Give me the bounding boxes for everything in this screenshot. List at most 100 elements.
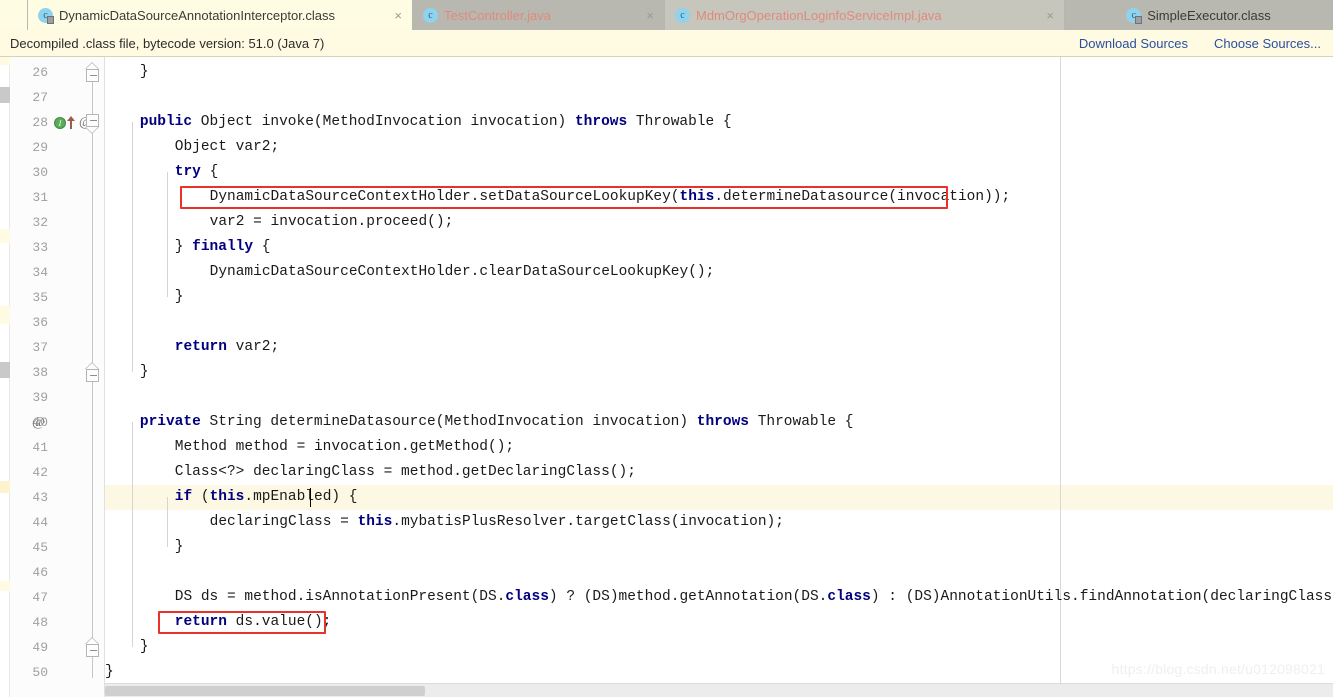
fold-minus-icon xyxy=(90,650,97,651)
close-icon[interactable]: × xyxy=(394,9,402,22)
code-line[interactable]: Method method = invocation.getMethod(); xyxy=(175,435,514,460)
code-line[interactable]: } xyxy=(140,360,149,385)
code-line[interactable]: } xyxy=(175,285,184,310)
fold-tip-inner xyxy=(86,363,98,369)
code-text: } xyxy=(174,239,193,255)
code-text: Object invoke(MethodInvocation invocatio… xyxy=(200,114,575,130)
code-keyword: throws xyxy=(696,414,758,430)
stripe-marker[interactable] xyxy=(0,362,10,378)
tab-label: SimpleExecutor.class xyxy=(1147,7,1271,23)
choose-sources-link[interactable]: Choose Sources... xyxy=(1214,36,1321,51)
line-number: 48 xyxy=(32,615,48,630)
code-text: } xyxy=(139,639,149,655)
code-line[interactable]: public Object invoke(MethodInvocation in… xyxy=(140,110,732,135)
gutter-icon-group[interactable]: @ xyxy=(32,410,45,435)
code-keyword: this xyxy=(679,189,715,205)
code-folding-column[interactable] xyxy=(82,57,104,697)
code-line[interactable]: return var2; xyxy=(175,335,279,360)
stripe-segment[interactable] xyxy=(0,229,10,243)
indent-guide xyxy=(167,247,168,297)
code-text: Throwable { xyxy=(757,414,854,430)
code-keyword: finally xyxy=(192,239,262,255)
horizontal-scrollbar[interactable] xyxy=(105,683,1333,697)
annotation-at-icon[interactable]: @ xyxy=(32,415,45,430)
line-number: 31 xyxy=(32,190,48,205)
fold-marker-end[interactable] xyxy=(86,644,99,657)
stripe-segment[interactable] xyxy=(0,481,10,493)
code-line[interactable]: Object var2; xyxy=(175,135,279,160)
fold-marker-end[interactable] xyxy=(86,369,99,382)
code-text: } xyxy=(139,364,149,380)
code-keyword: public xyxy=(139,114,201,130)
line-number: 33 xyxy=(32,240,48,255)
java-file-icon: c xyxy=(423,7,438,23)
line-number: 39 xyxy=(32,390,48,405)
code-keyword: this xyxy=(357,514,393,530)
overriding-method-arrow-icon[interactable] xyxy=(67,116,76,129)
code-line[interactable]: } xyxy=(105,660,114,685)
fold-tip-inner xyxy=(86,127,98,133)
code-keyword: class xyxy=(505,589,549,605)
java-class-icon: c xyxy=(38,7,54,24)
tab-mdmorgoperationloginfoserviceimpl[interactable]: c MdmOrgOperationLoginfoServiceImpl.java… xyxy=(665,0,1065,30)
horizontal-scrollbar-thumb[interactable] xyxy=(105,686,425,696)
left-annotation-stripe xyxy=(0,57,10,697)
code-line[interactable]: DynamicDataSourceContextHolder.setDataSo… xyxy=(210,185,1011,210)
tab-label: TestController.java xyxy=(444,7,551,23)
code-keyword: private xyxy=(139,414,210,430)
code-text: Throwable { xyxy=(635,114,732,130)
fold-marker-start[interactable] xyxy=(86,114,99,127)
code-line[interactable]: var2 = invocation.proceed(); xyxy=(210,210,454,235)
code-text: DynamicDataSourceContextHolder.clearData… xyxy=(209,264,715,280)
code-text: Object var2; xyxy=(174,139,280,155)
indent-guide xyxy=(167,172,168,247)
code-line[interactable]: DS ds = method.isAnnotationPresent(DS.cl… xyxy=(175,585,1333,610)
code-line[interactable]: return ds.value(); xyxy=(175,610,332,635)
line-number: 50 xyxy=(32,665,48,680)
code-text-area[interactable]: } public Object invoke(MethodInvocation i… xyxy=(105,57,1333,697)
code-line[interactable]: private String determineDatasource(Metho… xyxy=(140,410,854,435)
code-line[interactable]: } xyxy=(140,635,149,660)
code-line[interactable]: Class<?> declaringClass = method.getDecl… xyxy=(175,460,636,485)
indent-guide xyxy=(132,122,133,372)
code-text: var2; xyxy=(235,339,280,355)
close-icon[interactable]: × xyxy=(1046,9,1054,22)
code-line[interactable]: DynamicDataSourceContextHolder.clearData… xyxy=(210,260,715,285)
tab-simpleexecutor[interactable]: c SimpleExecutor.class xyxy=(1065,0,1333,30)
line-number: 42 xyxy=(32,465,48,480)
editor-tab-bar: c DynamicDataSourceAnnotationInterceptor… xyxy=(0,0,1333,30)
line-number: 36 xyxy=(32,315,48,330)
stripe-marker[interactable] xyxy=(0,87,10,103)
code-line[interactable]: } xyxy=(175,535,184,560)
line-number: 30 xyxy=(32,165,48,180)
code-text: DynamicDataSourceContextHolder.setDataSo… xyxy=(209,189,680,205)
code-line[interactable]: declaringClass = this.mybatisPlusResolve… xyxy=(210,510,784,535)
code-line[interactable]: } finally { xyxy=(175,235,271,260)
code-line[interactable]: if (this.mpEnabled) { xyxy=(175,485,358,510)
code-line[interactable]: } xyxy=(140,60,149,85)
watermark: https://blog.csdn.net/u012098021 xyxy=(1111,661,1325,677)
code-keyword: if xyxy=(174,489,201,505)
fold-marker-end[interactable] xyxy=(86,69,99,82)
fold-minus-icon xyxy=(90,375,97,376)
close-icon[interactable]: × xyxy=(646,9,654,22)
code-editor[interactable]: 262728I@293031323334353637383940@4142434… xyxy=(0,57,1333,697)
fold-tip-inner xyxy=(86,63,98,69)
download-sources-link[interactable]: Download Sources xyxy=(1079,36,1188,51)
code-text: { xyxy=(261,239,271,255)
text-caret xyxy=(309,488,312,507)
stripe-segment[interactable] xyxy=(0,581,10,591)
tab-dynamicdatasourceannotationinterceptor[interactable]: c DynamicDataSourceAnnotationInterceptor… xyxy=(28,0,413,30)
java-class-icon: c xyxy=(1126,7,1143,24)
code-text: { xyxy=(209,164,219,180)
stripe-segment[interactable] xyxy=(0,306,10,324)
stripe-segment[interactable] xyxy=(0,57,10,65)
implemented-method-icon[interactable]: I xyxy=(54,116,66,129)
code-keyword: try xyxy=(174,164,210,180)
code-text: ) ? (DS)method.getAnnotation(DS. xyxy=(548,589,828,605)
line-number: 49 xyxy=(32,640,48,655)
line-number: 44 xyxy=(32,515,48,530)
code-text: var2 = invocation.proceed(); xyxy=(209,214,454,230)
code-line[interactable]: try { xyxy=(175,160,219,185)
tab-testcontroller[interactable]: c TestController.java × xyxy=(413,0,665,30)
